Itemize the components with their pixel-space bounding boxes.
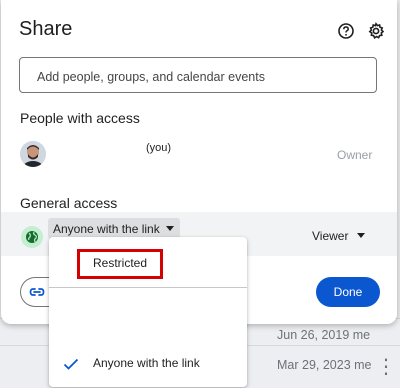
link-icon xyxy=(29,288,45,296)
role-value: Viewer xyxy=(312,229,349,243)
highlight-annotation xyxy=(77,249,163,279)
person-name: (you) xyxy=(146,142,172,154)
check-icon xyxy=(63,358,79,370)
help-icon[interactable] xyxy=(337,22,355,40)
more-options-icon[interactable]: ⋮ xyxy=(376,354,396,379)
gear-icon[interactable] xyxy=(367,22,385,40)
general-access-heading: General access xyxy=(20,195,118,211)
general-access-dropdown[interactable]: Anyone with the link xyxy=(48,218,180,239)
menu-item-blank[interactable] xyxy=(49,305,247,335)
add-people-placeholder: Add people, groups, and calendar events xyxy=(37,70,265,84)
dropdown-caret-icon xyxy=(357,233,365,238)
file-modified: Jun 26, 2019 me xyxy=(277,328,371,342)
general-access-menu: Restricted Anyone with the link xyxy=(49,237,247,387)
people-with-access-heading: People with access xyxy=(20,110,140,126)
avatar xyxy=(20,141,46,167)
add-people-input[interactable]: Add people, groups, and calendar events xyxy=(19,57,377,93)
general-access-value: Anyone with the link xyxy=(53,222,160,236)
menu-divider xyxy=(49,287,247,288)
dialog-title: Share xyxy=(19,18,73,40)
done-button[interactable]: Done xyxy=(316,277,380,307)
person-role: Owner xyxy=(337,148,373,162)
menu-item-label: Anyone with the link xyxy=(93,356,200,370)
dropdown-caret-icon xyxy=(166,226,174,231)
file-modified: Mar 29, 2023 me xyxy=(277,358,372,372)
globe-icon xyxy=(21,226,43,248)
